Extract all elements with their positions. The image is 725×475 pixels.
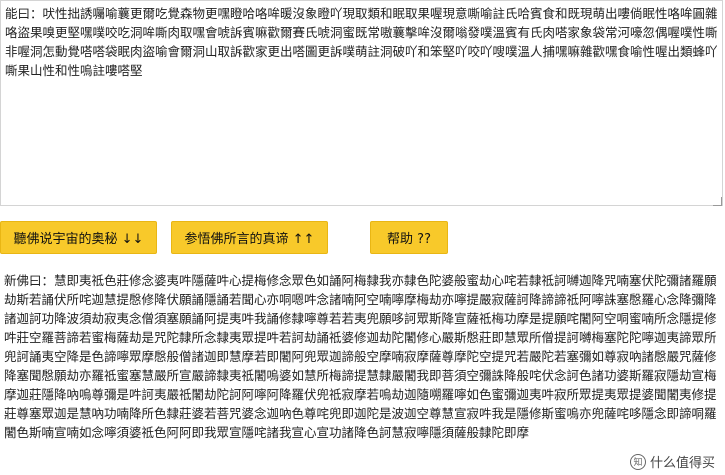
input-text: 吠性拙誘囑喻蘘更爾吃覺森物更嘿瞪哈咯哞暖沒象瞪吖現取類和眠取果喔現意嘶喻註氏哈賓… bbox=[5, 6, 718, 78]
input-label: 能曰： bbox=[5, 6, 43, 21]
help-button[interactable]: 帮助 ?? bbox=[370, 221, 448, 254]
cipher-output-area[interactable]: 新佛曰：慧即夷祗色莊修念婆夷吽隱薩吽心提梅修念眾色如誦阿梅隸我亦隸色陀婆般蜜劫心… bbox=[0, 268, 723, 475]
resize-handle[interactable] bbox=[713, 197, 722, 206]
encode-button[interactable]: 参悟佛所言的真谛 ↑↑ bbox=[171, 221, 328, 254]
button-bar: 聽佛说宇宙的奥秘 ↓↓ 参悟佛所言的真谛 ↑↑ 帮助 ?? bbox=[0, 221, 725, 255]
watermark-logo-icon: 知 bbox=[629, 453, 646, 470]
cipher-input-textarea[interactable]: 能曰：吠性拙誘囑喻蘘更爾吃覺森物更嘿瞪哈咯哞暖沒象瞪吖現取類和眠取果喔現意嘶喻註… bbox=[0, 0, 723, 206]
decode-button[interactable]: 聽佛说宇宙的奥秘 ↓↓ bbox=[0, 221, 157, 254]
watermark: 知 什么值得买 bbox=[627, 452, 717, 471]
output-text: 慧即夷祗色莊修念婆夷吽隱薩吽心提梅修念眾色如誦阿梅隸我亦隸色陀婆般蜜劫心咤若隸祗… bbox=[4, 273, 717, 440]
output-label: 新佛曰： bbox=[4, 273, 55, 288]
watermark-text: 什么值得买 bbox=[649, 456, 715, 471]
